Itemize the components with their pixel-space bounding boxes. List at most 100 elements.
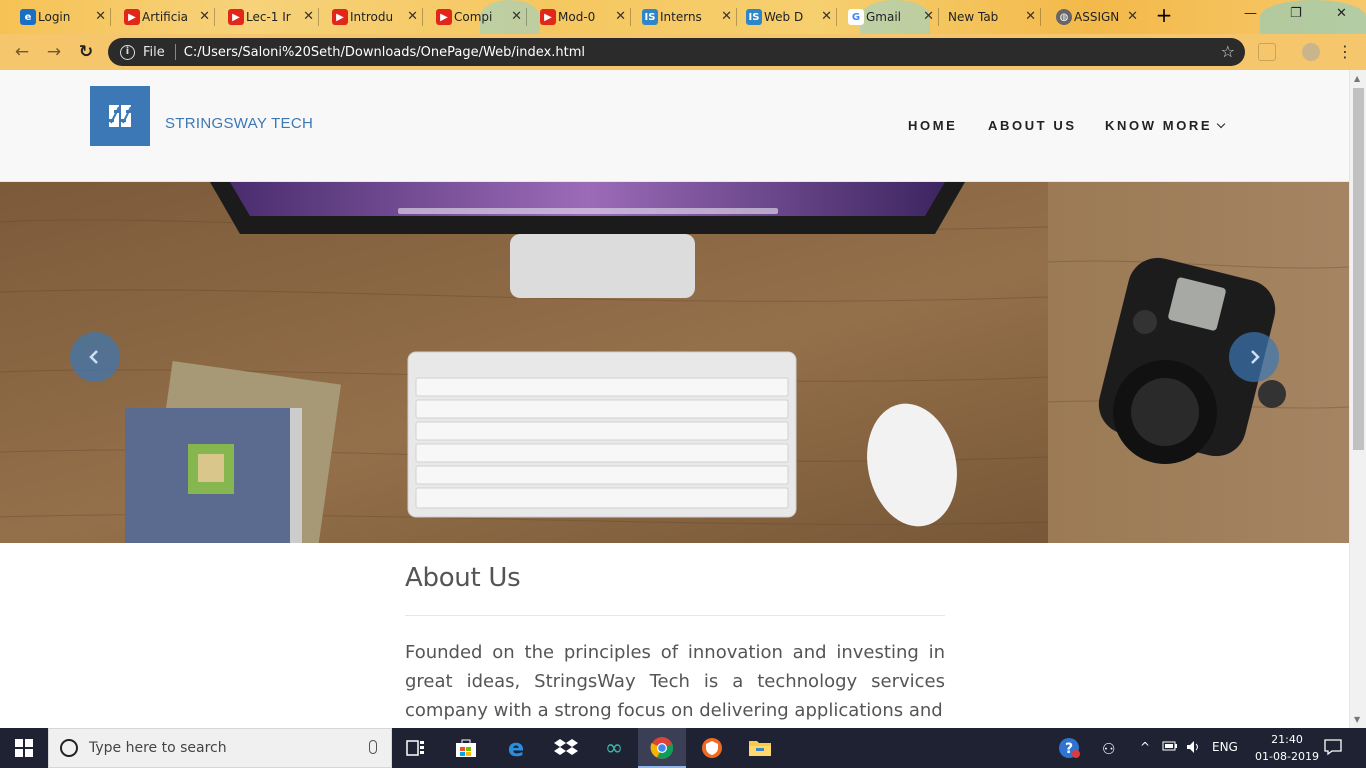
internshala-icon: IS — [642, 9, 658, 25]
about-section: About Us Founded on the principles of in… — [405, 543, 945, 725]
tab-title: Lec-1 Ir — [246, 10, 291, 24]
taskbar-brave[interactable] — [688, 728, 736, 768]
new-tab-button[interactable]: + — [1154, 5, 1174, 27]
system-clock[interactable]: 21:40 01-08-2019 — [1252, 731, 1322, 765]
folder-icon — [749, 741, 771, 756]
scroll-up-icon[interactable]: ▲ — [1354, 74, 1360, 83]
browser-tab-strip: e Login ✕ ▶ Artificia ✕ ▶ Lec-1 Ir ✕ ▶ I… — [0, 0, 1366, 34]
close-icon[interactable]: ✕ — [1127, 9, 1138, 24]
people-icon[interactable]: ⚇ — [1102, 740, 1115, 758]
close-icon[interactable]: ✕ — [721, 9, 732, 24]
scrollbar-thumb[interactable] — [1353, 88, 1364, 450]
battery-icon[interactable] — [1162, 740, 1178, 755]
dropbox-icon — [554, 739, 578, 755]
page-viewport: STRINGSWAY TECH HOME ABOUT US KNOW MORE — [0, 70, 1366, 728]
infinity-icon: ∞ — [604, 735, 624, 761]
nav-about-us[interactable]: ABOUT US — [988, 118, 1077, 133]
close-icon[interactable]: ✕ — [511, 9, 522, 24]
close-icon[interactable]: ✕ — [199, 9, 210, 24]
tab-title: ASSIGN — [1074, 10, 1120, 24]
profile-avatar-icon[interactable] — [1302, 43, 1320, 61]
browser-tab[interactable]: ▶ Introdu ✕ — [330, 4, 423, 30]
scroll-down-icon[interactable]: ▼ — [1354, 715, 1360, 724]
hero-carousel — [0, 182, 1349, 543]
youtube-icon: ▶ — [436, 9, 452, 25]
restore-button[interactable]: ❐ — [1290, 6, 1302, 21]
browser-tab-active[interactable]: ◍ ASSIGN ✕ — [1054, 4, 1142, 30]
page-scrollbar[interactable]: ▲ ▼ — [1349, 70, 1366, 728]
volume-icon[interactable] — [1186, 740, 1202, 757]
close-icon[interactable]: ✕ — [1025, 9, 1036, 24]
globe-icon: ◍ — [1056, 9, 1072, 25]
taskbar-file-explorer[interactable] — [736, 728, 784, 768]
brand-name[interactable]: STRINGSWAY TECH — [165, 115, 313, 132]
extension-icon[interactable] — [1258, 43, 1276, 61]
windows-logo-icon — [15, 739, 33, 757]
divider — [405, 615, 945, 616]
bookmark-star-icon[interactable]: ☆ — [1221, 42, 1235, 61]
browser-tab[interactable]: IS Interns ✕ — [640, 4, 737, 30]
browser-toolbar: ← → ↻ i File C:/Users/Saloni%20Seth/Down… — [0, 34, 1366, 70]
chevron-down-icon — [1216, 119, 1226, 129]
url-text[interactable]: C:/Users/Saloni%20Seth/Downloads/OnePage… — [184, 45, 585, 60]
browser-tab[interactable]: ▶ Compi ✕ — [434, 4, 527, 30]
microphone-icon[interactable] — [369, 740, 377, 754]
notification-icon — [1324, 739, 1342, 756]
question-icon: ? — [1059, 738, 1080, 758]
start-button[interactable] — [0, 728, 48, 768]
scheme-label: File — [143, 44, 165, 60]
menu-kebab-icon[interactable]: ⋮ — [1336, 43, 1354, 61]
taskbar-search-input[interactable]: Type here to search — [48, 728, 392, 768]
carousel-next-button[interactable] — [1229, 332, 1279, 382]
close-icon[interactable]: ✕ — [821, 9, 832, 24]
close-window-button[interactable]: ✕ — [1336, 6, 1347, 21]
browser-tab[interactable]: ▶ Lec-1 Ir ✕ — [226, 4, 319, 30]
browser-tab[interactable]: ▶ Mod-0 ✕ — [538, 4, 631, 30]
address-bar[interactable]: i File C:/Users/Saloni%20Seth/Downloads/… — [108, 38, 1245, 66]
taskbar-chrome[interactable] — [638, 728, 686, 768]
close-icon[interactable]: ✕ — [303, 9, 314, 24]
minimize-button[interactable]: — — [1244, 6, 1257, 21]
chevron-up-icon[interactable]: ^ — [1140, 740, 1150, 754]
tab-title: Interns — [660, 10, 702, 24]
notifications-button[interactable] — [1324, 738, 1342, 759]
back-button[interactable]: ← — [12, 42, 32, 62]
nav-home[interactable]: HOME — [908, 118, 957, 133]
taskbar-arduino[interactable]: ∞ — [590, 728, 638, 768]
reload-button[interactable]: ↻ — [76, 42, 96, 62]
browser-tab[interactable]: New Tab ✕ — [930, 4, 1041, 30]
about-heading: About Us — [405, 563, 521, 593]
browser-tab[interactable]: IS Web D ✕ — [744, 4, 837, 30]
tab-title: Web D — [764, 10, 804, 24]
taskbar-edge[interactable]: e — [492, 728, 540, 768]
browser-tab[interactable]: e Login ✕ — [18, 4, 111, 30]
close-icon[interactable]: ✕ — [615, 9, 626, 24]
windows-taskbar: Type here to search e ∞ ? ⚇ ^ ENG 21:40 … — [0, 728, 1366, 768]
tab-title: Gmail — [866, 10, 902, 24]
task-view-icon — [406, 740, 424, 756]
site-logo[interactable] — [90, 86, 150, 146]
youtube-icon: ▶ — [228, 9, 244, 25]
hero-slide-image — [0, 182, 1349, 543]
close-icon[interactable]: ✕ — [95, 9, 106, 24]
browser-tab[interactable]: G Gmail ✕ — [846, 4, 939, 30]
forward-button[interactable]: → — [44, 42, 64, 62]
tab-title: Artificia — [142, 10, 189, 24]
clock-date: 01-08-2019 — [1255, 750, 1319, 763]
task-view-button[interactable] — [392, 728, 440, 768]
help-tray-icon[interactable]: ? — [1058, 737, 1080, 762]
chevron-right-icon — [1251, 350, 1260, 364]
tab-title: New Tab — [948, 10, 999, 24]
taskbar-store[interactable] — [442, 728, 490, 768]
carousel-prev-button[interactable] — [70, 332, 120, 382]
taskbar-dropbox[interactable] — [542, 728, 590, 768]
theme-decoration — [1260, 0, 1366, 34]
language-indicator[interactable]: ENG — [1212, 740, 1238, 754]
youtube-icon: ▶ — [124, 9, 140, 25]
clock-time: 21:40 — [1271, 733, 1303, 746]
browser-tab[interactable]: ▶ Artificia ✕ — [122, 4, 215, 30]
nav-know-more[interactable]: KNOW MORE — [1105, 118, 1226, 133]
chevron-left-icon — [89, 350, 98, 364]
close-icon[interactable]: ✕ — [407, 9, 418, 24]
info-icon[interactable]: i — [120, 44, 135, 60]
